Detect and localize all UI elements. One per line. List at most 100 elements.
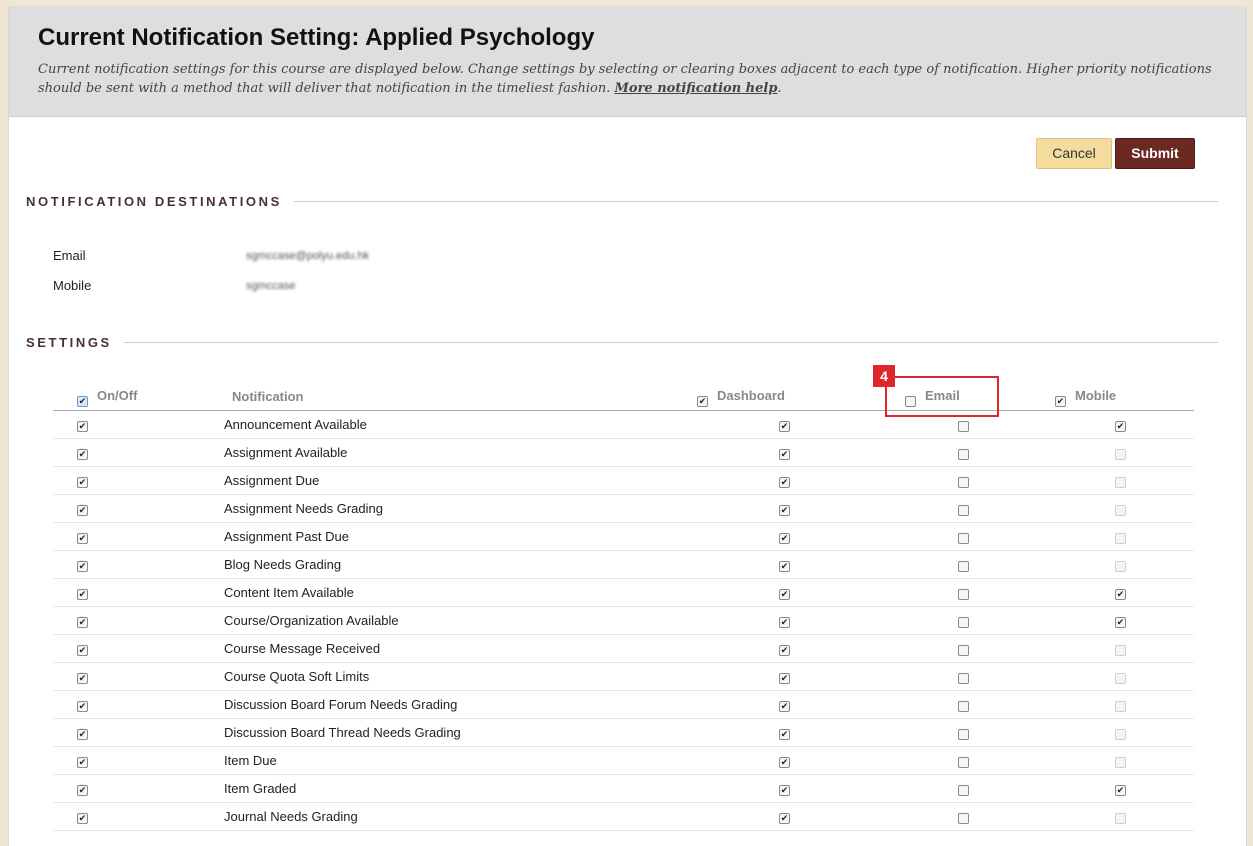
email-checkbox[interactable] — [958, 729, 969, 740]
onoff-checkbox[interactable] — [77, 505, 88, 516]
table-row: Journal Needs Grading — [53, 803, 1194, 831]
settings-section-title: SETTINGS — [26, 335, 124, 350]
email-destination-value: sgmccase@polyu.edu.hk — [246, 250, 370, 262]
mobile-checkbox — [1115, 505, 1126, 516]
notification-name: Content Item Available — [224, 585, 354, 600]
email-checkbox[interactable] — [958, 645, 969, 656]
page-header: Current Notification Setting: Applied Ps… — [9, 6, 1246, 117]
dashboard-checkbox[interactable] — [779, 673, 790, 684]
email-checkbox[interactable] — [958, 617, 969, 628]
dashboard-checkbox[interactable] — [779, 421, 790, 432]
onoff-checkbox[interactable] — [77, 757, 88, 768]
mobile-checkbox[interactable] — [1115, 421, 1126, 432]
table-row: Course/Organization Available — [53, 607, 1194, 635]
onoff-checkbox[interactable] — [77, 561, 88, 572]
email-checkbox[interactable] — [958, 813, 969, 824]
dashboard-checkbox[interactable] — [779, 505, 790, 516]
onoff-all-checkbox[interactable] — [77, 396, 88, 407]
onoff-checkbox[interactable] — [77, 449, 88, 460]
table-row: Blog Needs Grading — [53, 551, 1194, 579]
onoff-checkbox[interactable] — [77, 785, 88, 796]
table-row: Content Item Available — [53, 579, 1194, 607]
notification-name: Course Quota Soft Limits — [224, 669, 370, 684]
dashboard-checkbox[interactable] — [779, 701, 790, 712]
dashboard-checkbox[interactable] — [779, 729, 790, 740]
email-checkbox[interactable] — [958, 449, 969, 460]
dashboard-all-checkbox[interactable] — [697, 396, 708, 407]
dashboard-checkbox[interactable] — [779, 813, 790, 824]
annotation-badge: 4 — [873, 365, 895, 387]
submit-button[interactable]: Submit — [1115, 138, 1195, 169]
mobile-checkbox — [1115, 561, 1126, 572]
annotation-highlight-box — [885, 376, 999, 417]
mobile-checkbox[interactable] — [1115, 617, 1126, 628]
dashboard-checkbox[interactable] — [779, 589, 790, 600]
notification-name: Assignment Needs Grading — [224, 501, 383, 516]
dashboard-checkbox[interactable] — [779, 785, 790, 796]
mobile-checkbox — [1115, 449, 1126, 460]
notification-name: Assignment Past Due — [224, 529, 350, 544]
onoff-checkbox[interactable] — [77, 533, 88, 544]
email-checkbox[interactable] — [958, 589, 969, 600]
dashboard-checkbox[interactable] — [779, 757, 790, 768]
page-title: Current Notification Setting: Applied Ps… — [38, 24, 595, 51]
onoff-checkbox[interactable] — [77, 673, 88, 684]
mobile-checkbox — [1115, 701, 1126, 712]
notification-name: Course/Organization Available — [224, 613, 399, 628]
email-destination-label: Email — [53, 248, 86, 263]
table-header-row: On/Off Notification Dashboard Email Mobi… — [53, 382, 1194, 411]
email-checkbox[interactable] — [958, 533, 969, 544]
cancel-button[interactable]: Cancel — [1036, 138, 1112, 169]
mobile-checkbox — [1115, 729, 1126, 740]
mobile-checkbox[interactable] — [1115, 785, 1126, 796]
notification-name: Item Due — [224, 753, 277, 768]
table-row: Announcement Available — [53, 411, 1194, 439]
onoff-checkbox[interactable] — [77, 729, 88, 740]
dashboard-checkbox[interactable] — [779, 645, 790, 656]
notification-column-header: Notification — [232, 389, 304, 404]
destinations-section-title: NOTIFICATION DESTINATIONS — [26, 194, 294, 209]
notification-name: Course Message Received — [224, 641, 381, 656]
mobile-destination-value: sgmccase — [246, 280, 296, 292]
mobile-checkbox — [1115, 673, 1126, 684]
email-checkbox[interactable] — [958, 785, 969, 796]
table-row: Assignment Past Due — [53, 523, 1194, 551]
page-description: Current notification settings for this c… — [38, 60, 1213, 98]
onoff-checkbox[interactable] — [77, 701, 88, 712]
notification-help-link[interactable]: More notification help — [615, 81, 778, 96]
notification-name: Blog Needs Grading — [224, 557, 342, 572]
table-row: Discussion Board Thread Needs Grading — [53, 719, 1194, 747]
onoff-checkbox[interactable] — [77, 813, 88, 824]
dashboard-checkbox[interactable] — [779, 533, 790, 544]
notification-name: Item Graded — [224, 781, 297, 796]
description-suffix: . — [777, 81, 782, 96]
onoff-checkbox[interactable] — [77, 617, 88, 628]
email-checkbox[interactable] — [958, 561, 969, 572]
table-row: Item Due — [53, 747, 1194, 775]
dashboard-checkbox[interactable] — [779, 617, 790, 628]
table-row: Item Graded — [53, 775, 1194, 803]
mobile-checkbox[interactable] — [1115, 589, 1126, 600]
notification-name: Journal Needs Grading — [224, 809, 358, 824]
onoff-checkbox[interactable] — [77, 421, 88, 432]
table-row: Assignment Due — [53, 467, 1194, 495]
dashboard-checkbox[interactable] — [779, 477, 790, 488]
email-checkbox[interactable] — [958, 477, 969, 488]
email-checkbox[interactable] — [958, 421, 969, 432]
table-row: Assignment Needs Grading — [53, 495, 1194, 523]
onoff-checkbox[interactable] — [77, 477, 88, 488]
dashboard-checkbox[interactable] — [779, 449, 790, 460]
dashboard-checkbox[interactable] — [779, 561, 790, 572]
settings-divider — [26, 342, 1218, 343]
email-checkbox[interactable] — [958, 757, 969, 768]
email-checkbox[interactable] — [958, 673, 969, 684]
mobile-checkbox — [1115, 533, 1126, 544]
mobile-all-checkbox[interactable] — [1055, 396, 1066, 407]
onoff-checkbox[interactable] — [77, 645, 88, 656]
email-checkbox[interactable] — [958, 701, 969, 712]
email-checkbox[interactable] — [958, 505, 969, 516]
notification-name: Discussion Board Thread Needs Grading — [224, 725, 461, 740]
dashboard-column-header: Dashboard — [717, 388, 785, 403]
table-row: Discussion Board Forum Needs Grading — [53, 691, 1194, 719]
onoff-checkbox[interactable] — [77, 589, 88, 600]
